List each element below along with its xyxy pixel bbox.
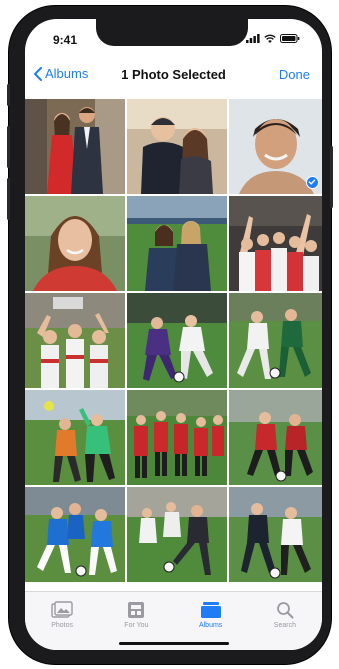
photo-red-vs-white[interactable] [229, 390, 322, 485]
tab-label: Photos [51, 622, 74, 629]
tab-photos[interactable]: Photos [25, 592, 99, 650]
side-button [330, 146, 333, 208]
photo-goalkeeper-save[interactable] [25, 390, 125, 485]
photo-couple-formal[interactable] [25, 99, 125, 194]
tab-search[interactable]: Search [248, 592, 322, 650]
navigation-bar: Albums 1 Photo Selected Done [25, 59, 322, 91]
phone-screen: 9:41 Albums 1 Photo Selected Done Photos… [25, 19, 322, 650]
home-indicator [119, 642, 229, 645]
for-you-icon [128, 602, 145, 618]
photo-grid [25, 99, 322, 582]
photo-red-team-celebrate[interactable] [127, 390, 227, 485]
photo-dark-vs-white[interactable] [229, 487, 322, 582]
photo-girl-portrait[interactable] [25, 196, 125, 291]
photo-player-kicking[interactable] [127, 487, 227, 582]
status-time: 9:41 [53, 33, 78, 47]
photos-icon [51, 601, 73, 618]
photo-blue-players[interactable] [25, 487, 125, 582]
volume-up-button [7, 126, 10, 168]
tab-label: Albums [198, 622, 223, 629]
photo-couple-selfie[interactable] [127, 99, 227, 194]
photo-three-players[interactable] [25, 293, 125, 388]
wifi-icon [264, 34, 276, 43]
tab-label: Search [273, 622, 296, 629]
albums-icon [200, 602, 221, 618]
search-icon [276, 602, 294, 619]
selected-checkmark-icon [306, 176, 319, 189]
signal-icon [246, 34, 260, 43]
photo-team-celebration[interactable] [229, 196, 322, 291]
tab-label: For You [124, 622, 149, 629]
battery-icon [280, 34, 300, 43]
notch [96, 19, 248, 46]
volume-down-button [7, 178, 10, 220]
page-title: 1 Photo Selected [121, 67, 226, 82]
photo-soccer-action-green[interactable] [229, 293, 322, 388]
photo-two-girls-stadium[interactable] [127, 196, 227, 291]
photo-soccer-action-purple[interactable] [127, 293, 227, 388]
done-button[interactable]: Done [279, 67, 310, 82]
photo-boy-portrait[interactable] [229, 99, 322, 194]
mute-switch [7, 84, 10, 106]
